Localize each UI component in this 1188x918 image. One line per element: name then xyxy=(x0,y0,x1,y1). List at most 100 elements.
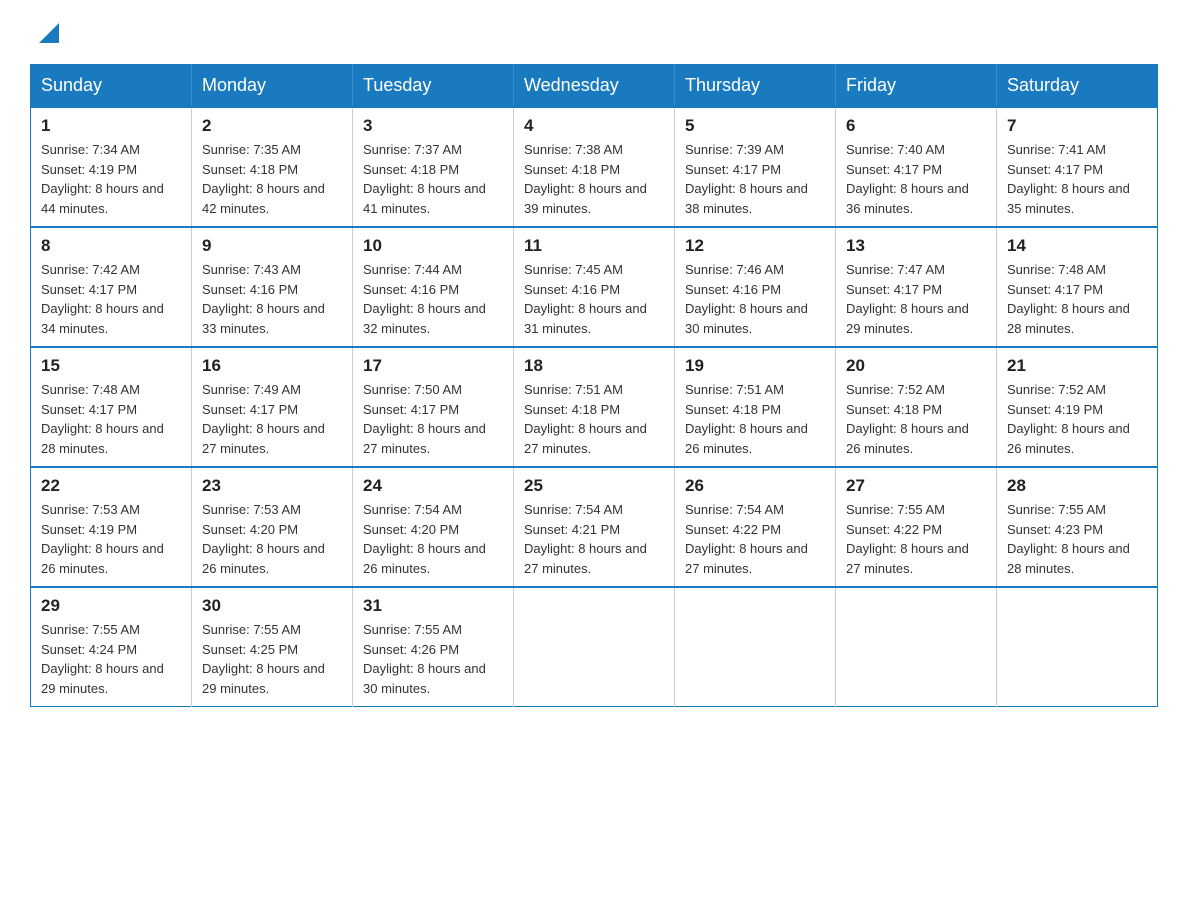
day-number: 4 xyxy=(524,116,664,136)
weekday-header-saturday: Saturday xyxy=(997,65,1158,108)
calendar-cell: 18 Sunrise: 7:51 AMSunset: 4:18 PMDaylig… xyxy=(514,347,675,467)
weekday-header-thursday: Thursday xyxy=(675,65,836,108)
calendar-cell: 1 Sunrise: 7:34 AMSunset: 4:19 PMDayligh… xyxy=(31,107,192,227)
calendar-cell: 6 Sunrise: 7:40 AMSunset: 4:17 PMDayligh… xyxy=(836,107,997,227)
calendar-week-5: 29 Sunrise: 7:55 AMSunset: 4:24 PMDaylig… xyxy=(31,587,1158,707)
day-info: Sunrise: 7:52 AMSunset: 4:19 PMDaylight:… xyxy=(1007,382,1130,456)
calendar-cell: 20 Sunrise: 7:52 AMSunset: 4:18 PMDaylig… xyxy=(836,347,997,467)
day-number: 11 xyxy=(524,236,664,256)
calendar-header: SundayMondayTuesdayWednesdayThursdayFrid… xyxy=(31,65,1158,108)
day-number: 28 xyxy=(1007,476,1147,496)
day-number: 5 xyxy=(685,116,825,136)
day-number: 24 xyxy=(363,476,503,496)
day-info: Sunrise: 7:37 AMSunset: 4:18 PMDaylight:… xyxy=(363,142,486,216)
day-number: 8 xyxy=(41,236,181,256)
weekday-header-monday: Monday xyxy=(192,65,353,108)
logo-wordmark xyxy=(30,20,64,44)
calendar-body: 1 Sunrise: 7:34 AMSunset: 4:19 PMDayligh… xyxy=(31,107,1158,707)
calendar-cell: 4 Sunrise: 7:38 AMSunset: 4:18 PMDayligh… xyxy=(514,107,675,227)
calendar-cell: 24 Sunrise: 7:54 AMSunset: 4:20 PMDaylig… xyxy=(353,467,514,587)
calendar-cell: 27 Sunrise: 7:55 AMSunset: 4:22 PMDaylig… xyxy=(836,467,997,587)
day-number: 31 xyxy=(363,596,503,616)
day-info: Sunrise: 7:46 AMSunset: 4:16 PMDaylight:… xyxy=(685,262,808,336)
calendar-week-2: 8 Sunrise: 7:42 AMSunset: 4:17 PMDayligh… xyxy=(31,227,1158,347)
day-info: Sunrise: 7:42 AMSunset: 4:17 PMDaylight:… xyxy=(41,262,164,336)
weekday-header-friday: Friday xyxy=(836,65,997,108)
day-number: 21 xyxy=(1007,356,1147,376)
day-info: Sunrise: 7:43 AMSunset: 4:16 PMDaylight:… xyxy=(202,262,325,336)
day-number: 16 xyxy=(202,356,342,376)
day-info: Sunrise: 7:55 AMSunset: 4:26 PMDaylight:… xyxy=(363,622,486,696)
day-number: 10 xyxy=(363,236,503,256)
day-number: 13 xyxy=(846,236,986,256)
calendar-cell: 23 Sunrise: 7:53 AMSunset: 4:20 PMDaylig… xyxy=(192,467,353,587)
logo-triangle-icon xyxy=(34,18,64,48)
calendar-cell: 29 Sunrise: 7:55 AMSunset: 4:24 PMDaylig… xyxy=(31,587,192,707)
calendar-cell: 9 Sunrise: 7:43 AMSunset: 4:16 PMDayligh… xyxy=(192,227,353,347)
day-number: 15 xyxy=(41,356,181,376)
day-info: Sunrise: 7:35 AMSunset: 4:18 PMDaylight:… xyxy=(202,142,325,216)
day-info: Sunrise: 7:51 AMSunset: 4:18 PMDaylight:… xyxy=(524,382,647,456)
calendar-cell xyxy=(514,587,675,707)
day-info: Sunrise: 7:44 AMSunset: 4:16 PMDaylight:… xyxy=(363,262,486,336)
day-info: Sunrise: 7:54 AMSunset: 4:20 PMDaylight:… xyxy=(363,502,486,576)
day-info: Sunrise: 7:54 AMSunset: 4:21 PMDaylight:… xyxy=(524,502,647,576)
calendar-cell: 2 Sunrise: 7:35 AMSunset: 4:18 PMDayligh… xyxy=(192,107,353,227)
calendar-cell: 5 Sunrise: 7:39 AMSunset: 4:17 PMDayligh… xyxy=(675,107,836,227)
day-info: Sunrise: 7:53 AMSunset: 4:19 PMDaylight:… xyxy=(41,502,164,576)
day-number: 9 xyxy=(202,236,342,256)
day-number: 12 xyxy=(685,236,825,256)
day-number: 6 xyxy=(846,116,986,136)
calendar-cell xyxy=(836,587,997,707)
day-number: 2 xyxy=(202,116,342,136)
page-header xyxy=(30,20,1158,44)
calendar-cell: 17 Sunrise: 7:50 AMSunset: 4:17 PMDaylig… xyxy=(353,347,514,467)
day-number: 23 xyxy=(202,476,342,496)
day-info: Sunrise: 7:55 AMSunset: 4:24 PMDaylight:… xyxy=(41,622,164,696)
day-number: 19 xyxy=(685,356,825,376)
day-number: 25 xyxy=(524,476,664,496)
day-info: Sunrise: 7:47 AMSunset: 4:17 PMDaylight:… xyxy=(846,262,969,336)
calendar-cell: 8 Sunrise: 7:42 AMSunset: 4:17 PMDayligh… xyxy=(31,227,192,347)
day-info: Sunrise: 7:55 AMSunset: 4:23 PMDaylight:… xyxy=(1007,502,1130,576)
weekday-header-tuesday: Tuesday xyxy=(353,65,514,108)
day-info: Sunrise: 7:55 AMSunset: 4:22 PMDaylight:… xyxy=(846,502,969,576)
day-number: 1 xyxy=(41,116,181,136)
day-info: Sunrise: 7:48 AMSunset: 4:17 PMDaylight:… xyxy=(41,382,164,456)
calendar-cell: 30 Sunrise: 7:55 AMSunset: 4:25 PMDaylig… xyxy=(192,587,353,707)
day-info: Sunrise: 7:53 AMSunset: 4:20 PMDaylight:… xyxy=(202,502,325,576)
day-number: 20 xyxy=(846,356,986,376)
calendar-week-4: 22 Sunrise: 7:53 AMSunset: 4:19 PMDaylig… xyxy=(31,467,1158,587)
day-number: 18 xyxy=(524,356,664,376)
calendar-cell xyxy=(675,587,836,707)
day-info: Sunrise: 7:48 AMSunset: 4:17 PMDaylight:… xyxy=(1007,262,1130,336)
weekday-header-wednesday: Wednesday xyxy=(514,65,675,108)
calendar-cell: 12 Sunrise: 7:46 AMSunset: 4:16 PMDaylig… xyxy=(675,227,836,347)
logo xyxy=(30,20,64,44)
calendar-week-3: 15 Sunrise: 7:48 AMSunset: 4:17 PMDaylig… xyxy=(31,347,1158,467)
day-number: 3 xyxy=(363,116,503,136)
weekday-header-row: SundayMondayTuesdayWednesdayThursdayFrid… xyxy=(31,65,1158,108)
day-number: 7 xyxy=(1007,116,1147,136)
weekday-header-sunday: Sunday xyxy=(31,65,192,108)
day-number: 26 xyxy=(685,476,825,496)
calendar-cell: 31 Sunrise: 7:55 AMSunset: 4:26 PMDaylig… xyxy=(353,587,514,707)
calendar-week-1: 1 Sunrise: 7:34 AMSunset: 4:19 PMDayligh… xyxy=(31,107,1158,227)
calendar-cell: 22 Sunrise: 7:53 AMSunset: 4:19 PMDaylig… xyxy=(31,467,192,587)
day-number: 30 xyxy=(202,596,342,616)
day-info: Sunrise: 7:40 AMSunset: 4:17 PMDaylight:… xyxy=(846,142,969,216)
calendar-cell: 11 Sunrise: 7:45 AMSunset: 4:16 PMDaylig… xyxy=(514,227,675,347)
day-number: 27 xyxy=(846,476,986,496)
day-info: Sunrise: 7:51 AMSunset: 4:18 PMDaylight:… xyxy=(685,382,808,456)
day-info: Sunrise: 7:45 AMSunset: 4:16 PMDaylight:… xyxy=(524,262,647,336)
calendar-cell xyxy=(997,587,1158,707)
day-number: 22 xyxy=(41,476,181,496)
calendar-cell: 19 Sunrise: 7:51 AMSunset: 4:18 PMDaylig… xyxy=(675,347,836,467)
day-info: Sunrise: 7:34 AMSunset: 4:19 PMDaylight:… xyxy=(41,142,164,216)
calendar-cell: 16 Sunrise: 7:49 AMSunset: 4:17 PMDaylig… xyxy=(192,347,353,467)
day-info: Sunrise: 7:52 AMSunset: 4:18 PMDaylight:… xyxy=(846,382,969,456)
day-info: Sunrise: 7:41 AMSunset: 4:17 PMDaylight:… xyxy=(1007,142,1130,216)
day-info: Sunrise: 7:38 AMSunset: 4:18 PMDaylight:… xyxy=(524,142,647,216)
calendar-cell: 25 Sunrise: 7:54 AMSunset: 4:21 PMDaylig… xyxy=(514,467,675,587)
calendar-cell: 3 Sunrise: 7:37 AMSunset: 4:18 PMDayligh… xyxy=(353,107,514,227)
